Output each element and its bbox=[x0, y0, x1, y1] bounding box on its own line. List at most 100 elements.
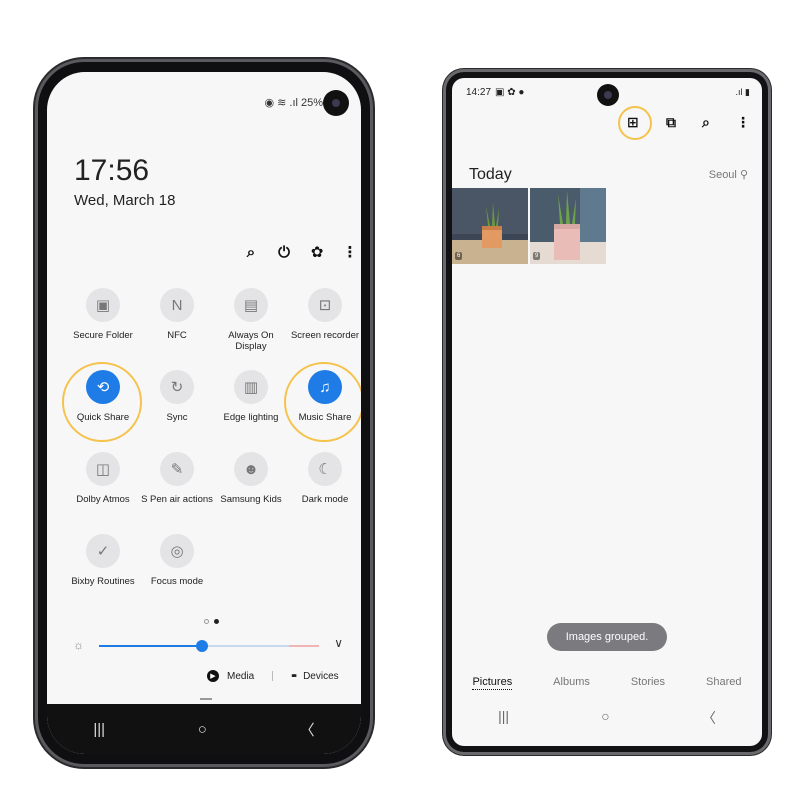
panel-drag-handle[interactable] bbox=[200, 698, 212, 700]
tile-secure-folder[interactable]: ▣ Secure Folder bbox=[66, 288, 140, 341]
tab-pictures[interactable]: Pictures bbox=[472, 676, 513, 690]
search-icon[interactable]: ⌕ bbox=[243, 244, 259, 261]
media-devices-row: ▶ Media ▪▪ Devices bbox=[207, 670, 339, 682]
back-icon[interactable]: 〈 bbox=[702, 708, 716, 728]
highlight-circle-grid bbox=[618, 106, 652, 140]
page-dot-active bbox=[214, 619, 219, 624]
tile-label: Dolby Atmos bbox=[76, 494, 130, 505]
page-dot bbox=[204, 619, 209, 624]
group-count-badge: 6 bbox=[455, 252, 463, 260]
tile-s-pen-air-actions[interactable]: ✎ S Pen air actions bbox=[140, 452, 214, 505]
group-count-badge: 9 bbox=[533, 252, 541, 260]
status-bar-right: .ıl ▮ bbox=[735, 87, 750, 97]
tile-label: Focus mode bbox=[150, 576, 204, 587]
quick-panel-screen: ◉ ≋ .ıl 25% 17:56 Wed, March 18 ⌕ ⏻ ✿ ⋮ … bbox=[47, 72, 361, 754]
nfc-icon[interactable]: Ν bbox=[160, 288, 194, 322]
chevron-down-icon[interactable]: ∨ bbox=[334, 636, 343, 650]
brightness-track[interactable] bbox=[99, 640, 319, 652]
power-button bbox=[370, 180, 374, 224]
always-on-display-icon[interactable]: ▤ bbox=[234, 288, 268, 322]
tile-label: Secure Folder bbox=[73, 330, 133, 341]
add-to-album-icon[interactable]: ⧉ bbox=[666, 114, 676, 131]
status-bar-left: 14:27 ▣ ✿ ● bbox=[466, 87, 524, 98]
plant-photo-2 bbox=[530, 188, 606, 264]
play-icon: ▶ bbox=[207, 670, 219, 682]
back-icon[interactable]: 〈 bbox=[300, 719, 315, 740]
tile-screen-recorder[interactable]: ⊡ Screen recorder bbox=[288, 288, 361, 341]
s-pen-icon[interactable]: ✎ bbox=[160, 452, 194, 486]
location-label: Seoul ⚲ bbox=[709, 168, 748, 181]
tile-sync[interactable]: ↻ Sync bbox=[140, 370, 214, 423]
tile-edge-lighting[interactable]: ▥ Edge lighting bbox=[214, 370, 288, 423]
media-button[interactable]: Media bbox=[227, 671, 254, 682]
folder-lock-icon[interactable]: ▣ bbox=[86, 288, 120, 322]
quick-panel-actions: ⌕ ⏻ ✿ ⋮ bbox=[243, 244, 358, 262]
status-bar: ◉ ≋ .ıl 25% bbox=[264, 96, 323, 110]
screen-recorder-icon[interactable]: ⊡ bbox=[308, 288, 342, 322]
photo-thumbnail[interactable]: 6 bbox=[452, 188, 528, 264]
front-camera bbox=[597, 84, 619, 106]
tile-label: NFC bbox=[167, 330, 187, 341]
sync-icon[interactable]: ↻ bbox=[160, 370, 194, 404]
brightness-high-zone bbox=[289, 645, 319, 647]
gallery-screen: 14:27 ▣ ✿ ● .ıl ▮ ⊞ ⧉ ⌕ ⋮ Today Seoul ⚲ … bbox=[452, 78, 762, 746]
brightness-icon: ☼ bbox=[73, 638, 84, 652]
tab-shared[interactable]: Shared bbox=[706, 676, 741, 690]
toast-message: Images grouped. bbox=[547, 623, 667, 651]
tile-label: Screen recorder bbox=[290, 330, 360, 341]
date: Wed, March 18 bbox=[74, 192, 176, 209]
page-indicator bbox=[204, 619, 219, 624]
bixby-routines-icon[interactable]: ✓ bbox=[86, 534, 120, 568]
plant-photo-1 bbox=[452, 188, 528, 264]
edge-lighting-icon[interactable]: ▥ bbox=[234, 370, 268, 404]
more-options-icon[interactable]: ⋮ bbox=[342, 244, 358, 261]
tile-samsung-kids[interactable]: ☻ Samsung Kids bbox=[214, 452, 288, 505]
dark-mode-icon[interactable]: ☾ bbox=[308, 452, 342, 486]
tile-bixby-routines[interactable]: ✓ Bixby Routines bbox=[66, 534, 140, 587]
navigation-bar: ||| ○ 〈 bbox=[47, 704, 361, 754]
recent-apps-icon[interactable]: ||| bbox=[498, 708, 509, 728]
devices-icon: ▪▪ bbox=[291, 670, 297, 682]
tile-always-on-display[interactable]: ▤ Always On Display bbox=[214, 288, 288, 352]
samsung-kids-icon[interactable]: ☻ bbox=[234, 452, 268, 486]
tile-dark-mode[interactable]: ☾ Dark mode bbox=[288, 452, 361, 505]
divider bbox=[272, 671, 274, 681]
right-phone: 14:27 ▣ ✿ ● .ıl ▮ ⊞ ⧉ ⌕ ⋮ Today Seoul ⚲ … bbox=[446, 72, 768, 752]
bottom-tabs: Pictures Albums Stories Shared bbox=[452, 676, 762, 690]
home-icon[interactable]: ○ bbox=[601, 708, 609, 728]
brightness-handle[interactable] bbox=[196, 640, 209, 652]
tile-nfc[interactable]: Ν NFC bbox=[140, 288, 214, 341]
location-pin-icon: ⚲ bbox=[739, 169, 748, 181]
front-camera bbox=[323, 90, 349, 116]
tile-label: Bixby Routines bbox=[71, 576, 135, 587]
recent-apps-icon[interactable]: ||| bbox=[93, 721, 105, 738]
highlight-circle-quick-share bbox=[62, 362, 142, 442]
brightness-fill bbox=[99, 645, 203, 647]
status-time: 14:27 bbox=[466, 87, 492, 98]
power-icon[interactable]: ⏻ bbox=[276, 244, 292, 261]
battery-percent: 25% bbox=[300, 96, 323, 109]
focus-mode-icon[interactable]: ◎ bbox=[160, 534, 194, 568]
tile-label: Always On Display bbox=[228, 330, 274, 352]
more-options-icon[interactable]: ⋮ bbox=[736, 114, 750, 131]
home-icon[interactable]: ○ bbox=[198, 721, 207, 738]
location-text: Seoul bbox=[708, 169, 737, 181]
search-icon[interactable]: ⌕ bbox=[702, 114, 710, 131]
tab-stories[interactable]: Stories bbox=[631, 676, 665, 690]
brightness-slider[interactable]: ☼ ∨ bbox=[73, 636, 343, 656]
tab-albums[interactable]: Albums bbox=[553, 676, 590, 690]
section-title: Today bbox=[469, 166, 512, 183]
dolby-atmos-icon[interactable]: ◫ bbox=[86, 452, 120, 486]
navigation-bar: ||| ○ 〈 bbox=[452, 708, 762, 728]
tile-label: Dark mode bbox=[301, 494, 349, 505]
photo-thumbnail[interactable]: 9 bbox=[530, 188, 606, 264]
highlight-circle-music-share bbox=[284, 362, 361, 442]
tile-label: Edge lighting bbox=[223, 412, 279, 423]
gear-icon[interactable]: ✿ bbox=[309, 244, 325, 261]
notification-icons: ▣ ✿ ● bbox=[495, 87, 525, 98]
tile-focus-mode[interactable]: ◎ Focus mode bbox=[140, 534, 214, 587]
clock: 17:56 bbox=[74, 154, 150, 187]
devices-button[interactable]: Devices bbox=[303, 671, 339, 682]
tile-label: Sync bbox=[166, 412, 188, 423]
tile-dolby-atmos[interactable]: ◫ Dolby Atmos bbox=[66, 452, 140, 505]
